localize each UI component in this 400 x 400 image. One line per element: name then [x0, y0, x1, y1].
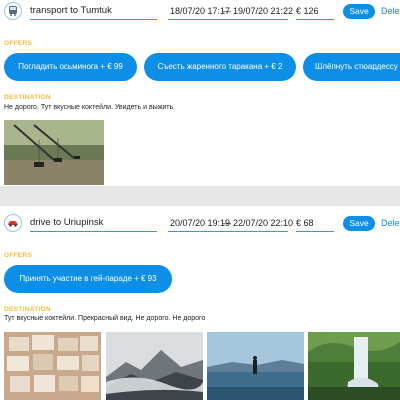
start-date-input[interactable]: 20/07/20 19:19 — [170, 216, 230, 230]
date-underline — [168, 231, 288, 232]
destination-photo — [106, 332, 203, 400]
destination-photo — [308, 332, 400, 400]
start-date-input[interactable]: 18/07/20 17:17 — [170, 4, 230, 18]
event-header: transport to Tumtuk 18/07/20 17:17 — 19/… — [0, 0, 400, 24]
event-header: drive to Uriupinsk 20/07/20 19:19 — 22/0… — [0, 212, 400, 236]
event-card: transport to Tumtuk 18/07/20 17:17 — 19/… — [0, 0, 400, 186]
save-button[interactable]: Save — [343, 216, 375, 231]
destination-title: DESTINATION — [4, 94, 51, 101]
car-icon[interactable] — [4, 214, 22, 232]
offer-button[interactable]: Съесть жаренного таракана + € 2 — [144, 53, 296, 81]
destination-input[interactable]: transport to Tumtuk — [30, 4, 157, 20]
offers-title: OFFERS — [4, 252, 33, 259]
delete-button[interactable]: Delete — [381, 216, 400, 230]
offer-button[interactable]: Погладить осьминога + € 99 — [4, 53, 137, 81]
destination-description: Не дорого. Тут вкусные коктейли. Увидеть… — [4, 104, 174, 111]
offer-button[interactable]: Шлёпнуть стюардессу — [303, 53, 400, 81]
event-card: drive to Uriupinsk 20/07/20 19:19 — 22/0… — [0, 206, 400, 400]
date-underline — [168, 19, 288, 20]
destination-photo — [4, 120, 104, 185]
price-input[interactable]: € 68 — [296, 216, 334, 232]
event-separator — [0, 186, 400, 206]
destination-photo — [207, 332, 304, 400]
destination-description: Тут вкусные коктейли. Прекрасный вид. Не… — [4, 315, 206, 322]
destination-title: DESTINATION — [4, 306, 51, 313]
date-separator: — — [222, 6, 231, 16]
save-button[interactable]: Save — [343, 4, 375, 19]
destination-input[interactable]: drive to Uriupinsk — [30, 216, 157, 232]
date-separator: — — [222, 218, 231, 228]
end-date-input[interactable]: 19/07/20 21:22 — [233, 4, 293, 18]
bus-icon[interactable] — [4, 2, 22, 20]
price-input[interactable]: € 126 — [296, 4, 334, 20]
delete-button[interactable]: Delete — [381, 4, 400, 18]
offers-title: OFFERS — [4, 40, 33, 47]
destination-photo — [4, 332, 101, 400]
offer-button[interactable]: Принять участие в гей-параде + € 93 — [4, 265, 172, 293]
end-date-input[interactable]: 22/07/20 22:10 — [233, 216, 293, 230]
